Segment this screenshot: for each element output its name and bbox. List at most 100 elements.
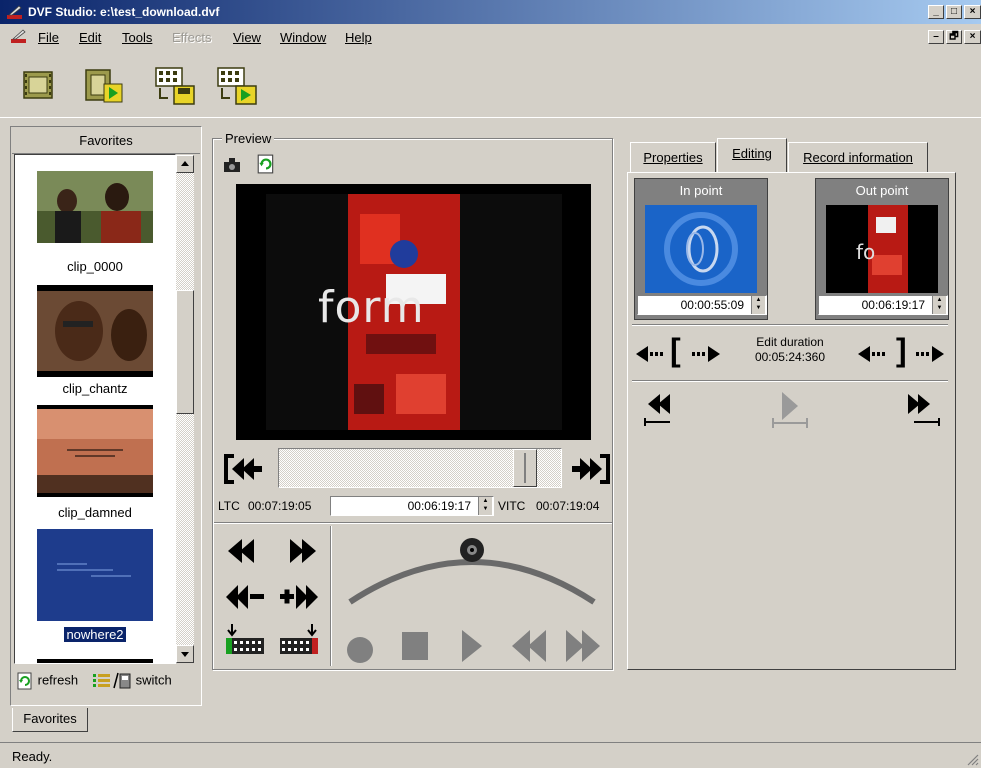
fast-forward-button[interactable] — [284, 536, 320, 566]
ltc-label: LTC — [218, 499, 240, 513]
refresh-icon — [17, 672, 32, 690]
rewind-button[interactable] — [226, 536, 262, 566]
stop-button[interactable] — [400, 630, 430, 662]
step-back-button[interactable] — [224, 582, 268, 612]
toolbar-export-button[interactable] — [216, 64, 257, 108]
out-point-thumbnail: fo — [826, 205, 938, 293]
spin-up-icon[interactable]: ▲ — [933, 296, 946, 304]
shuttle-dial[interactable] — [344, 536, 600, 608]
clip-label: clip_damned — [58, 505, 132, 520]
in-point-thumbnail — [645, 205, 757, 293]
fast-forward-gray-button[interactable] — [562, 628, 602, 664]
spin-down-icon[interactable]: ▼ — [479, 505, 492, 513]
switch-button[interactable]: switch — [92, 672, 172, 690]
film-export-play-icon — [217, 67, 257, 105]
resize-grip-icon[interactable] — [965, 752, 979, 766]
status-bar: Ready. — [0, 742, 981, 768]
film-strip-icon — [23, 71, 53, 99]
spin-up-icon[interactable]: ▲ — [479, 497, 492, 505]
separator — [214, 522, 612, 524]
out-point-back-button[interactable] — [856, 344, 890, 364]
in-point-back-button[interactable] — [634, 344, 668, 364]
menu-window[interactable]: Window — [280, 30, 326, 45]
minimize-button[interactable]: _ — [928, 5, 944, 19]
record-button[interactable] — [344, 632, 376, 664]
scroll-down-button[interactable] — [176, 645, 194, 663]
arrow-up-icon — [181, 161, 189, 166]
go-to-in-point-button[interactable] — [640, 392, 680, 428]
tab-properties[interactable]: Properties — [630, 142, 716, 172]
toolbar-open-button[interactable] — [20, 64, 60, 108]
favorites-header: Favorites — [12, 128, 200, 154]
tab-favorites[interactable]: Favorites — [12, 708, 88, 732]
out-point-label: Out point — [816, 179, 948, 203]
step-forward-button[interactable] — [278, 582, 322, 612]
status-text: Ready. — [12, 749, 53, 764]
clip-label: clip_0000 — [67, 259, 123, 274]
go-to-start-button[interactable] — [222, 452, 264, 486]
mdi-close-button[interactable]: × — [964, 30, 981, 44]
in-point-spinner[interactable]: ▲ ▼ — [751, 296, 765, 314]
play-selection-button[interactable] — [768, 390, 812, 430]
video-overlay-text: form — [318, 282, 425, 333]
list-item-clip-nowhere2[interactable]: nowhere2 — [15, 529, 175, 653]
svg-text:fo: fo — [856, 240, 875, 264]
out-point-spinner[interactable]: ▲ ▼ — [932, 296, 946, 314]
timecode-spinner[interactable]: ▲ ▼ — [478, 497, 492, 515]
maximize-button[interactable]: □ — [946, 5, 962, 19]
spin-down-icon[interactable]: ▼ — [752, 304, 765, 312]
list-item-clip-damned[interactable]: clip_damned — [15, 403, 175, 527]
mark-in-icon[interactable] — [224, 622, 266, 658]
window-title: DVF Studio: e:\test_download.dvf — [28, 5, 220, 19]
tab-record-information[interactable]: Record information — [788, 142, 928, 172]
spin-up-icon[interactable]: ▲ — [752, 296, 765, 304]
menu-edit[interactable]: Edit — [79, 30, 101, 45]
timecode-input[interactable]: 00:06:19:17 ▲ ▼ — [330, 496, 494, 516]
edit-duration-label: Edit duration — [756, 335, 824, 349]
clip-thumbnail — [37, 405, 153, 497]
in-point-value: 00:00:55:09 — [680, 298, 744, 312]
close-button[interactable]: × — [964, 5, 981, 19]
in-point-label: In point — [635, 179, 767, 203]
camera-icon[interactable] — [222, 154, 242, 174]
scroll-up-button[interactable] — [176, 155, 194, 173]
menu-effects: Effects — [172, 30, 212, 45]
in-point-forward-button[interactable] — [688, 344, 722, 364]
switch-label: switch — [135, 672, 172, 688]
timeline-slider-thumb[interactable] — [513, 449, 537, 487]
menu-view[interactable]: View — [233, 30, 261, 45]
toolbar-play-button[interactable] — [82, 64, 123, 108]
tab-editing[interactable]: Editing — [717, 138, 787, 172]
clip-thumbnail — [37, 529, 153, 621]
toolbar — [0, 52, 981, 118]
out-point-box: Out point fo 00:06:19:17 ▲ ▼ — [815, 178, 949, 320]
menu-file[interactable]: File — [38, 30, 59, 45]
in-point-timecode-input[interactable]: 00:00:55:09 ▲ ▼ — [637, 295, 767, 315]
vitc-value: 00:07:19:04 — [536, 499, 600, 513]
menu-tools[interactable]: Tools — [122, 30, 152, 45]
play-button[interactable] — [458, 628, 486, 664]
refresh-label: refresh — [37, 672, 79, 688]
separator — [632, 324, 948, 326]
refresh-frame-icon[interactable] — [256, 154, 276, 174]
video-preview[interactable]: form — [236, 184, 591, 440]
ltc-value: 00:07:19:05 — [248, 499, 312, 513]
scroll-thumb[interactable] — [176, 290, 194, 414]
spin-down-icon[interactable]: ▼ — [933, 304, 946, 312]
clip-thumbnail — [37, 171, 153, 243]
go-to-out-point-button[interactable] — [904, 392, 944, 428]
rewind-gray-button[interactable] — [510, 628, 550, 664]
menu-help[interactable]: Help — [345, 30, 372, 45]
mark-out-icon[interactable] — [278, 622, 320, 658]
out-point-forward-button[interactable] — [912, 344, 946, 364]
list-item-clip-chantz[interactable]: clip_chantz — [15, 279, 175, 399]
mdi-restore-button[interactable]: 🗗 — [946, 30, 962, 44]
toolbar-save-button[interactable] — [154, 64, 195, 108]
go-to-end-button[interactable] — [570, 452, 612, 486]
mdi-minimize-button[interactable]: – — [928, 30, 944, 44]
out-point-timecode-input[interactable]: 00:06:19:17 ▲ ▼ — [818, 295, 948, 315]
out-bracket: ] — [896, 332, 907, 368]
list-item-clip-0000[interactable]: clip_0000 — [15, 155, 175, 275]
app-menu-icon[interactable] — [10, 27, 28, 45]
refresh-button[interactable]: refresh — [16, 672, 78, 690]
